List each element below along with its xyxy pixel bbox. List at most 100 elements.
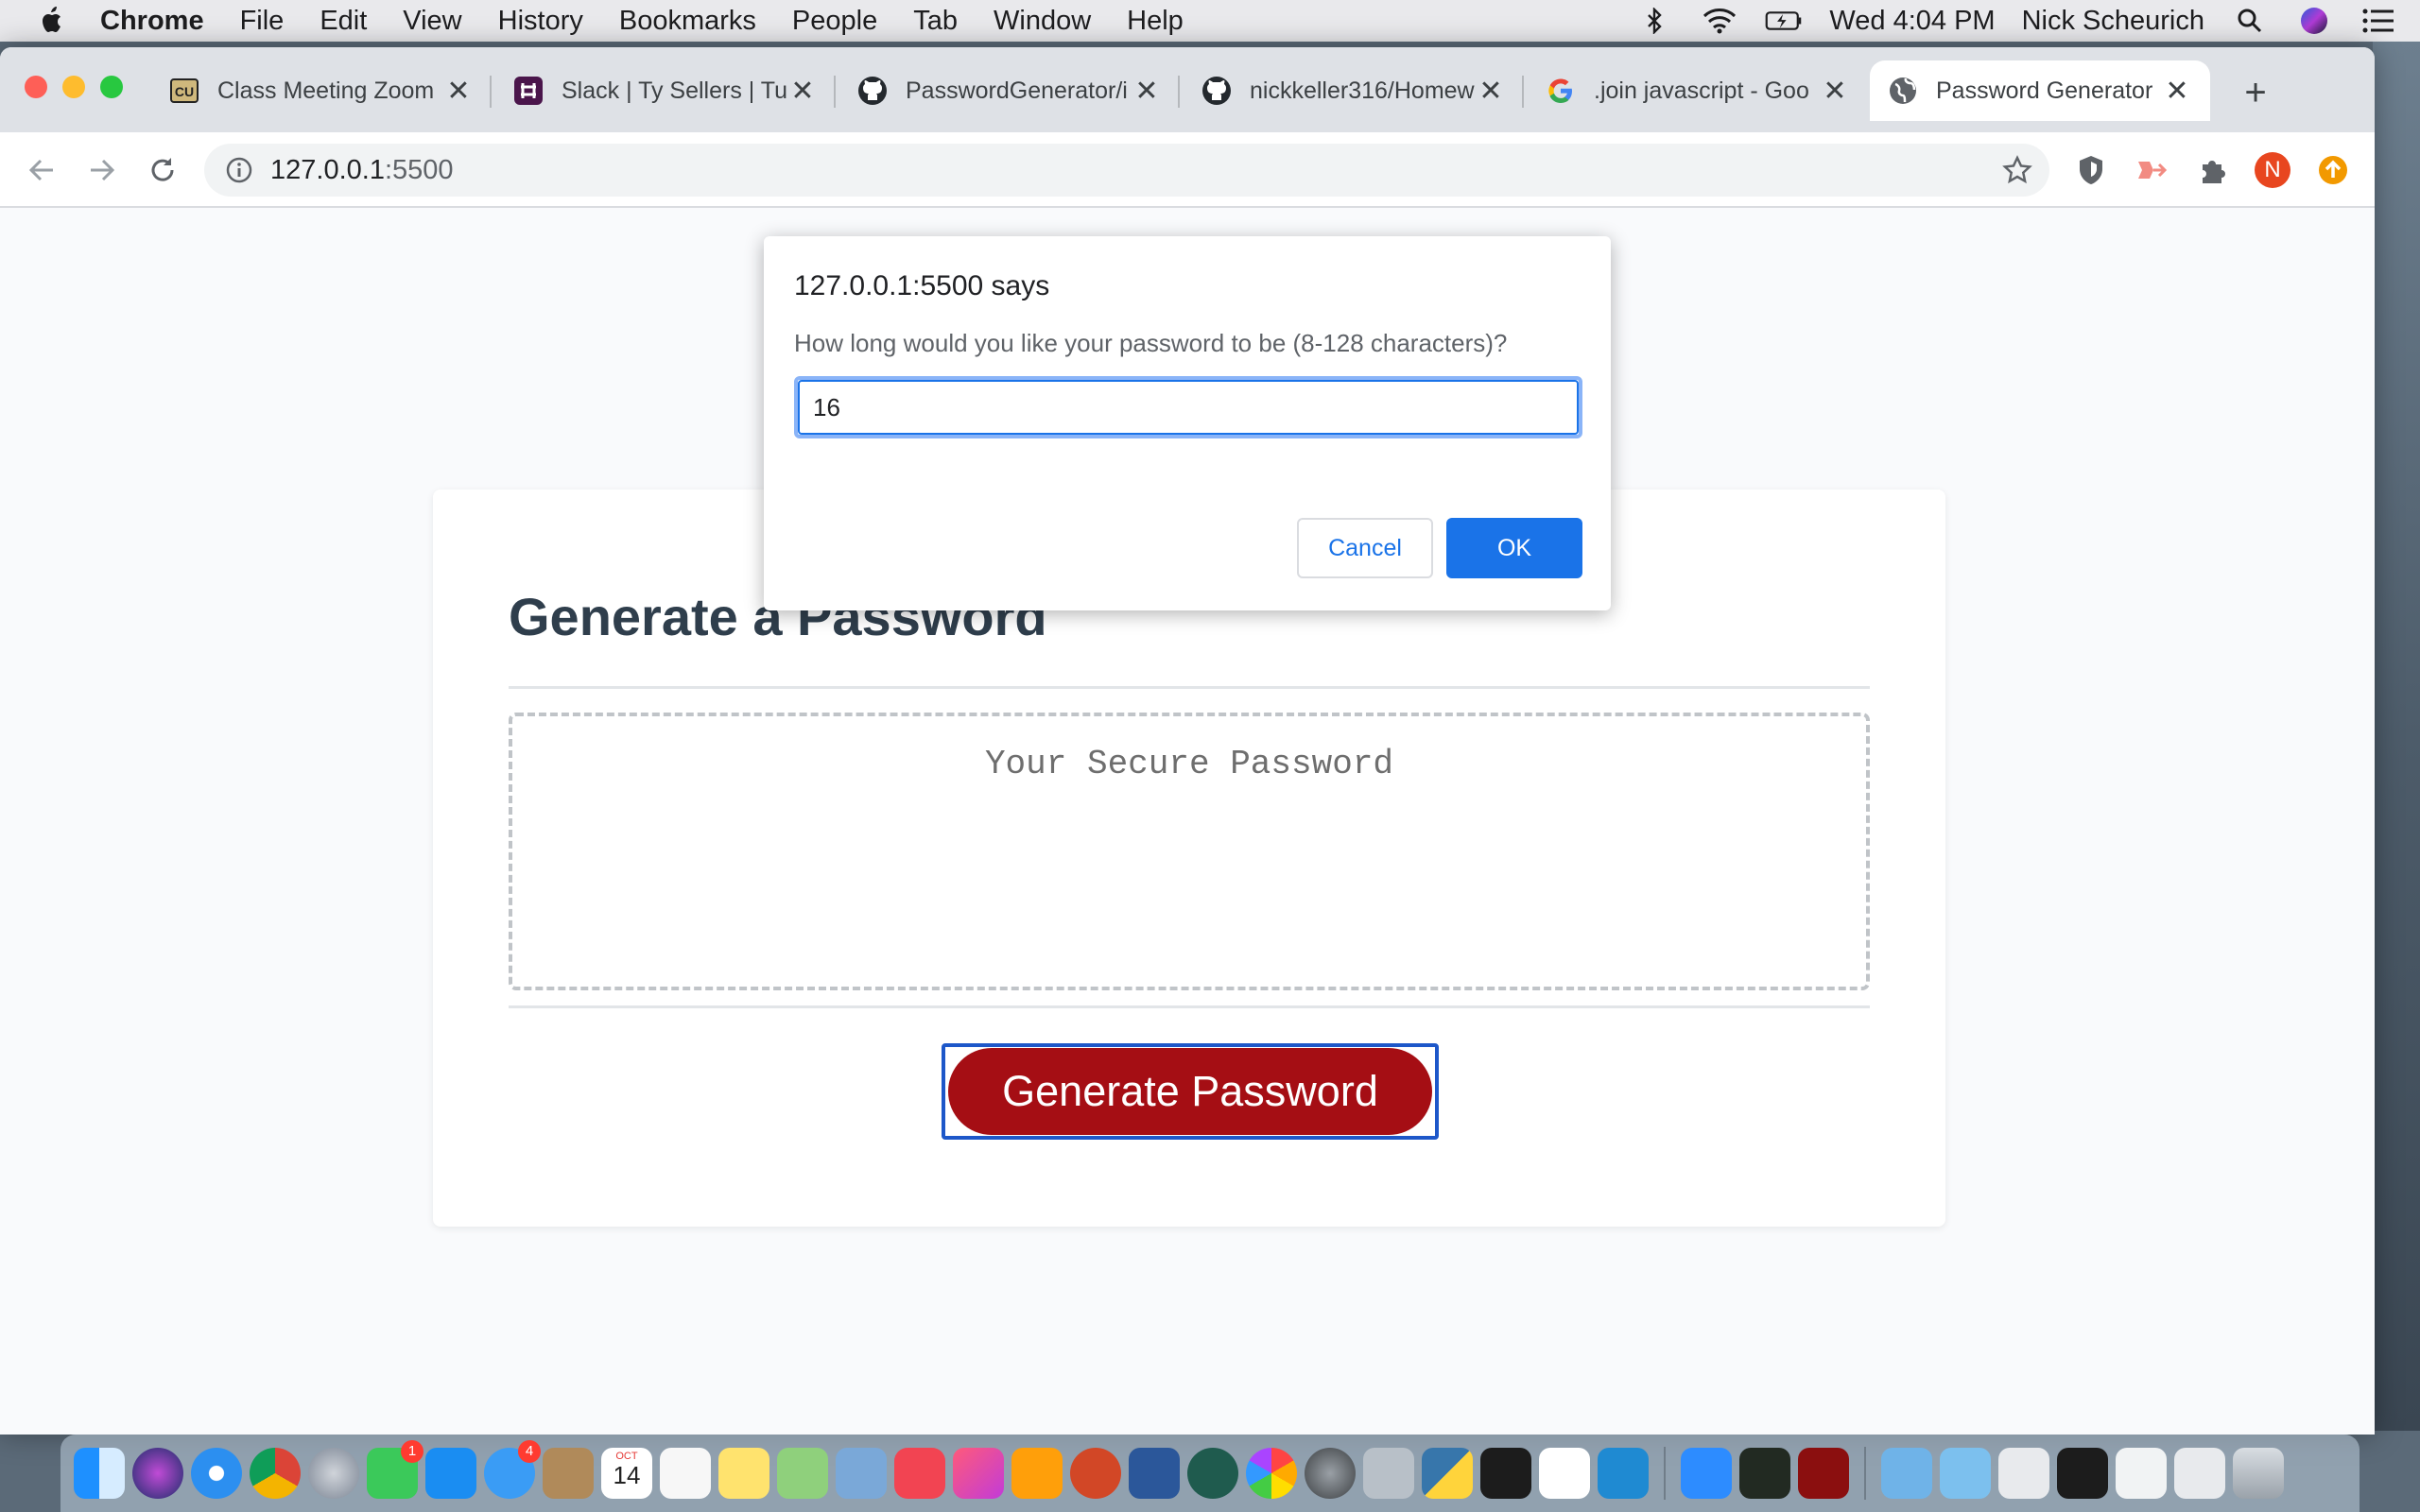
bookmark-star-icon[interactable] [2002,155,2032,185]
messages-icon[interactable]: 4 [484,1440,541,1499]
notification-center-icon[interactable] [2360,7,2397,35]
tab-separator [834,76,836,108]
cast-extension-icon[interactable] [2131,149,2172,191]
close-window-button[interactable] [25,76,47,98]
battery-icon[interactable] [1765,7,1803,35]
menu-view[interactable]: View [403,6,461,37]
screenshot-thumbnail-icon[interactable] [2057,1448,2108,1499]
password-length-input[interactable] [798,380,1579,435]
spotlight-search-icon[interactable] [2231,7,2269,35]
menu-history[interactable]: History [498,6,583,37]
flash-icon[interactable] [1798,1448,1849,1499]
books-icon[interactable] [1011,1448,1063,1499]
close-icon[interactable]: ✕ [442,75,475,108]
documents-folder-icon[interactable] [1940,1448,1991,1499]
tab-password-generator-repo[interactable]: PasswordGenerator/i ✕ [839,60,1180,121]
tab-separator [1522,76,1524,108]
activity-monitor-icon[interactable] [1739,1448,1790,1499]
menu-bar-status-area: Wed 4:04 PM Nick Scheurich [1636,0,2397,42]
notification-badge: 1 [401,1440,424,1463]
music-icon[interactable] [953,1448,1004,1499]
launchpad-rocket-icon[interactable] [308,1448,359,1499]
python-icon[interactable] [1422,1448,1473,1499]
divider [509,1005,1870,1008]
downloads-stack-icon[interactable] [1998,1448,2049,1499]
ok-button[interactable]: OK [1446,518,1582,578]
terminal-icon[interactable] [1480,1448,1531,1499]
apple-icon[interactable] [38,6,66,36]
url-host: 127.0.0.1 [270,154,385,185]
desktop-background [2373,42,2420,1431]
password-textarea[interactable] [512,716,1866,987]
slack-icon [514,77,543,105]
address-bar[interactable]: 127.0.0.1:5500 [204,144,2049,197]
notes-icon[interactable] [718,1448,769,1499]
clock[interactable]: Wed 4:04 PM [1829,6,1995,37]
reload-icon[interactable] [142,149,183,191]
facetime-icon[interactable]: 1 [367,1440,424,1499]
calendar-day: 14 [613,1461,641,1489]
time-machine-icon[interactable] [1187,1448,1238,1499]
shield-extension-icon[interactable] [2070,149,2112,191]
maximize-window-button[interactable] [100,76,123,98]
browser-toolbar: 127.0.0.1:5500 N [0,132,2375,208]
zoom-icon[interactable] [1681,1448,1732,1499]
close-icon[interactable]: ✕ [786,75,819,108]
powerpoint-icon[interactable] [1070,1448,1121,1499]
extensions-puzzle-icon[interactable] [2191,149,2233,191]
applications-folder-icon[interactable] [1881,1448,1932,1499]
cancel-button[interactable]: Cancel [1297,518,1433,578]
system-preferences-gear-icon[interactable] [1305,1448,1356,1499]
generate-password-button[interactable]: Generate Password [948,1048,1432,1135]
siri-icon[interactable] [2295,7,2333,35]
info-icon[interactable] [225,156,253,184]
siri-icon[interactable] [132,1448,183,1499]
tab-join-javascript-google[interactable]: .join javascript - Goo ✕ [1528,60,1868,121]
slack-icon[interactable] [1539,1448,1590,1499]
new-tab-button[interactable]: + [2235,72,2276,113]
tab-title: PasswordGenerator/i [906,77,1128,104]
menu-edit[interactable]: Edit [320,6,367,37]
close-icon[interactable]: ✕ [1131,75,1163,108]
preview-icon[interactable] [836,1448,887,1499]
menu-app-chrome[interactable]: Chrome [100,6,204,37]
menu-tab[interactable]: Tab [913,6,958,37]
profile-avatar[interactable]: N [2252,149,2293,191]
minimize-window-button[interactable] [62,76,85,98]
menu-bookmarks[interactable]: Bookmarks [619,6,756,37]
app-store-icon[interactable] [425,1448,476,1499]
rocket-app-icon[interactable] [1363,1448,1414,1499]
word-icon[interactable] [1129,1448,1180,1499]
calendar-icon[interactable]: OCT 14 [601,1448,652,1499]
trash-icon[interactable] [2233,1448,2284,1499]
tab-password-generator[interactable]: Password Generator ✕ [1870,60,2210,121]
tab-nickkeller-homework[interactable]: nickkeller316/Homew ✕ [1184,60,1524,121]
tab-slack[interactable]: Slack | Ty Sellers | Tu ✕ [495,60,836,121]
wifi-icon[interactable] [1701,7,1738,35]
chrome-icon[interactable] [250,1448,301,1499]
forward-arrow-icon[interactable] [81,149,123,191]
menu-file[interactable]: File [240,6,285,37]
news-icon[interactable] [894,1448,945,1499]
close-icon[interactable]: ✕ [1475,75,1507,108]
menu-people[interactable]: People [792,6,877,37]
vscode-icon[interactable] [1598,1448,1649,1499]
safari-icon[interactable] [191,1448,242,1499]
back-arrow-icon[interactable] [21,149,62,191]
finder-icon[interactable] [74,1448,125,1499]
close-icon[interactable]: ✕ [1819,75,1851,108]
tab-class-meeting-zoom[interactable]: CU Class Meeting Zoom ✕ [151,60,492,121]
user-name[interactable]: Nick Scheurich [2022,6,2204,37]
menu-window[interactable]: Window [994,6,1091,37]
maps-icon[interactable] [777,1448,828,1499]
document-stack-icon[interactable] [2116,1448,2167,1499]
contacts-icon[interactable] [543,1448,594,1499]
menu-help[interactable]: Help [1127,6,1184,37]
macos-menu-bar: Chrome File Edit View History Bookmarks … [0,0,2420,42]
photos-icon[interactable] [1246,1448,1297,1499]
reminders-icon[interactable] [660,1448,711,1499]
close-icon[interactable]: ✕ [2161,75,2193,108]
window-thumbnail-icon[interactable] [2174,1448,2225,1499]
bluetooth-icon[interactable] [1636,7,1674,35]
update-arrow-icon[interactable] [2312,149,2354,191]
